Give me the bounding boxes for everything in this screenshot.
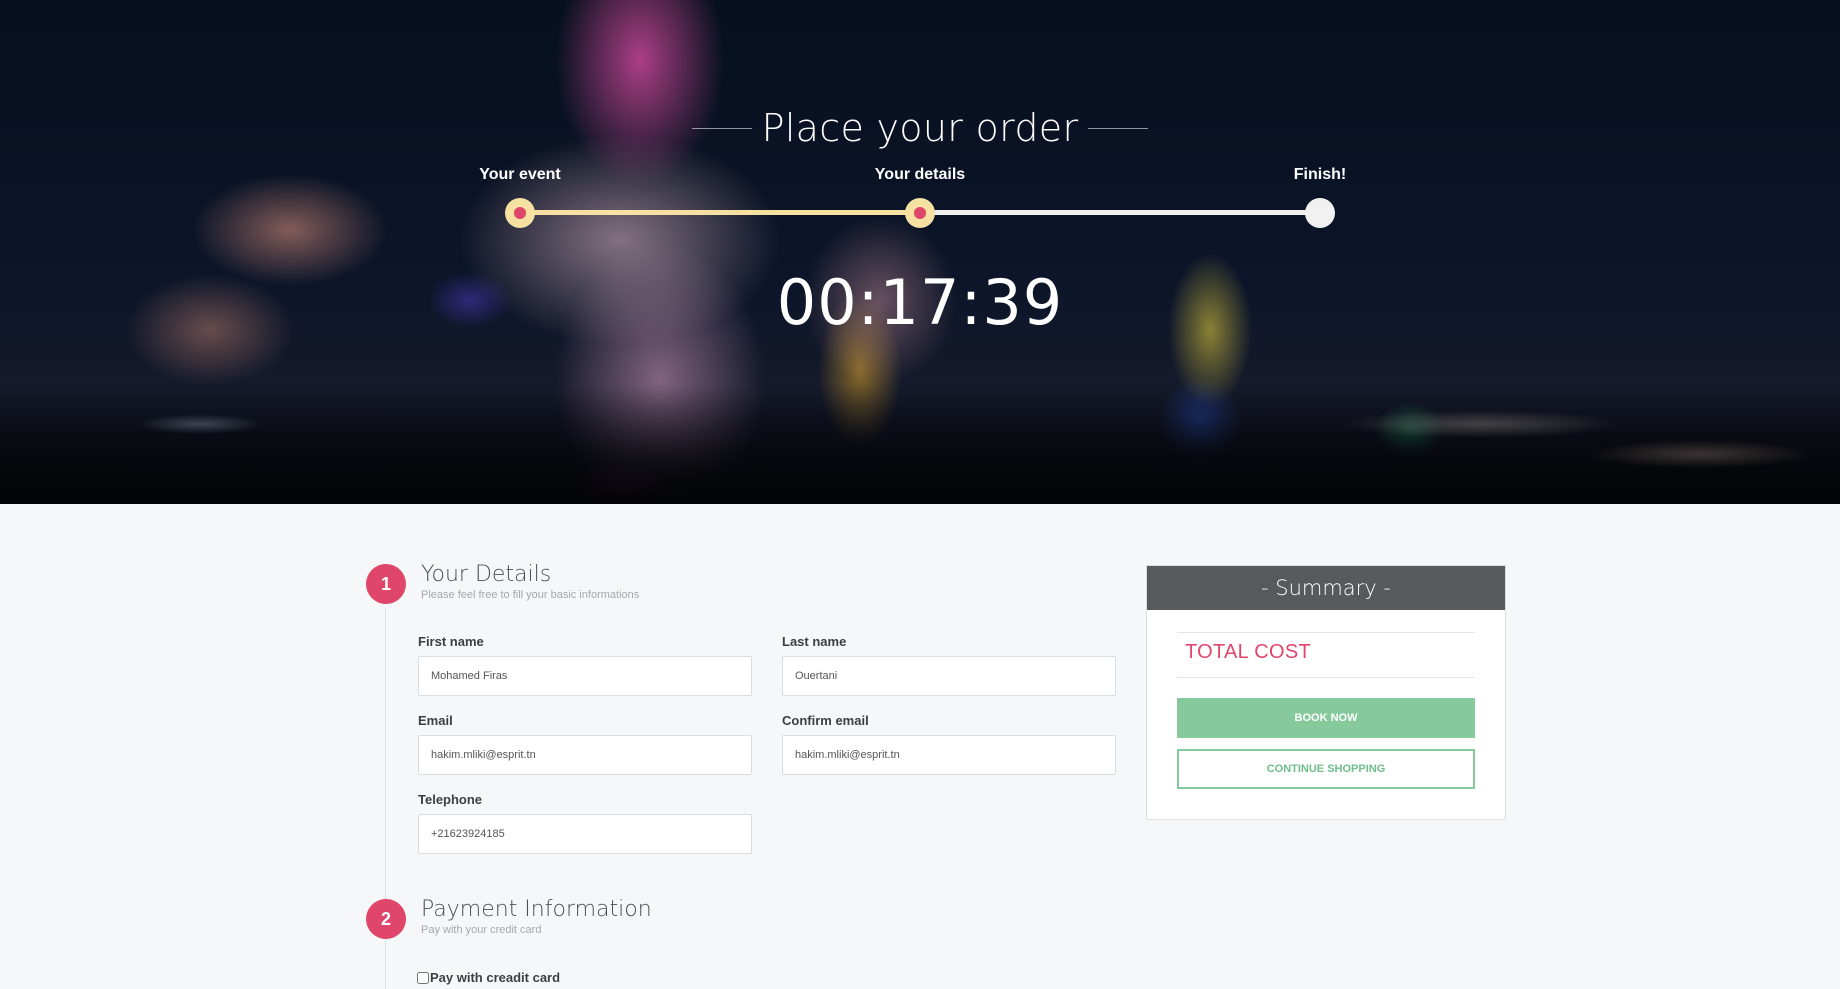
step-label-your-details: Your details [874, 166, 966, 183]
section-number-badge: 2 [366, 899, 406, 939]
confirm-email-label: Confirm email [782, 713, 869, 728]
email-field[interactable] [418, 735, 752, 775]
step-dot-finish [1305, 198, 1335, 228]
section-subtitle-your-details: Please feel free to fill your basic info… [421, 589, 640, 601]
book-now-button[interactable]: BOOK NOW [1177, 698, 1475, 738]
section-title-your-details: Your Details [421, 562, 552, 587]
telephone-field[interactable] [418, 814, 752, 854]
pay-with-credit-card-checkbox[interactable] [417, 971, 429, 984]
step-dot-your-details [905, 198, 935, 228]
pay-with-credit-card-row: Pay with creadit card [417, 970, 560, 985]
summary-card: - Summary - TOTAL COST BOOK NOW CONTINUE… [1146, 565, 1506, 820]
order-progress-stepper: Your event Your details Finish! [479, 166, 1346, 236]
pay-with-credit-card-label[interactable]: Pay with creadit card [430, 970, 560, 985]
section-subtitle-payment-information: Pay with your credit card [421, 924, 542, 936]
section-number-badge: 1 [366, 564, 406, 604]
page-title: Place your order [761, 106, 1079, 150]
email-label: Email [418, 713, 453, 728]
first-name-label: First name [418, 634, 484, 649]
progress-track-fill [520, 210, 920, 215]
summary-divider-bottom [1177, 677, 1475, 678]
last-name-label: Last name [782, 634, 847, 649]
step-dot-your-event [505, 198, 535, 228]
page-title-wrap: Place your order [0, 106, 1840, 150]
telephone-label: Telephone [418, 792, 483, 807]
continue-shopping-button[interactable]: CONTINUE SHOPPING [1177, 749, 1475, 789]
section-title-payment-information: Payment Information [421, 897, 652, 922]
confirm-email-field[interactable] [782, 735, 1116, 775]
first-name-field[interactable] [418, 656, 752, 696]
hero-banner: Place your order Your event Your details… [0, 0, 1840, 504]
countdown-timer: 00:17:39 [776, 266, 1064, 339]
total-cost-label: TOTAL COST [1185, 641, 1311, 663]
summary-divider-top [1177, 632, 1475, 633]
step-label-finish: Finish! [1293, 166, 1347, 183]
title-divider-right [1088, 127, 1149, 129]
summary-title: - Summary - [1147, 566, 1505, 610]
title-divider-left [691, 127, 752, 129]
hero-background-city [0, 384, 1840, 504]
step-label-your-event: Your event [479, 166, 561, 183]
last-name-field[interactable] [782, 656, 1116, 696]
